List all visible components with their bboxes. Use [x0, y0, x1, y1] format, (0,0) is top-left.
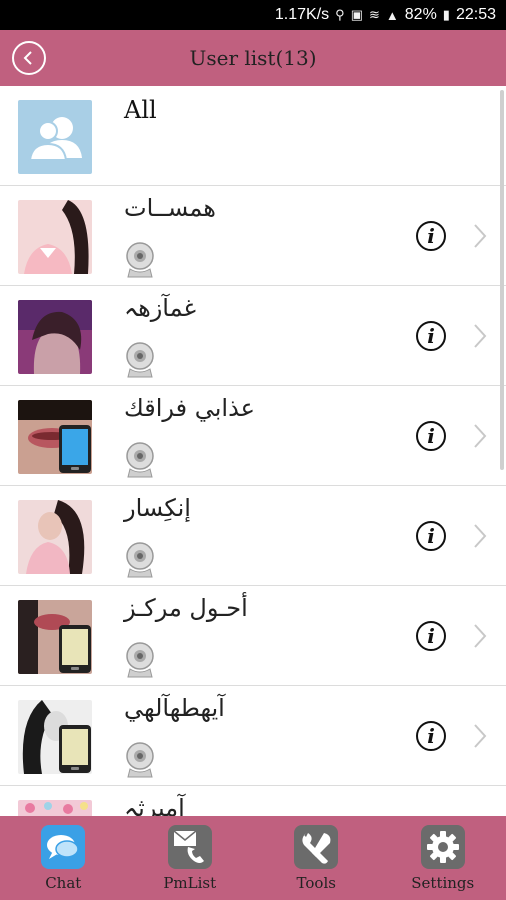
user-name: غمآزهہ — [124, 294, 197, 322]
location-icon: ⚲ — [335, 7, 345, 22]
webcam-icon — [126, 342, 154, 378]
list-item[interactable]: إنكِسار i — [0, 486, 506, 586]
user-avatar — [18, 800, 92, 816]
clock: 22:53 — [455, 6, 496, 23]
chevron-right-icon — [474, 324, 487, 348]
list-item[interactable]: همســات i — [0, 186, 506, 286]
nav-label: Settings — [411, 874, 475, 892]
user-avatar — [18, 600, 92, 674]
webcam-icon — [126, 242, 154, 278]
chevron-right-icon — [474, 624, 487, 648]
chevron-right-icon — [474, 724, 487, 748]
chat-bubble-icon — [41, 825, 86, 869]
user-name: آيهطهآلهي — [124, 694, 225, 722]
user-name: إنكِسار — [124, 494, 191, 522]
mobile-device-icon — [59, 725, 91, 773]
wifi-icon: ≋ — [368, 7, 380, 22]
nfc-icon: ▣ — [350, 7, 363, 22]
user-avatar — [18, 400, 92, 474]
user-avatar — [18, 700, 92, 774]
user-avatar — [18, 200, 92, 274]
webcam-icon — [126, 642, 154, 678]
nav-chat[interactable]: Chat — [8, 816, 118, 892]
info-button[interactable]: i — [416, 221, 446, 251]
user-list[interactable]: All همســات i غمآزهہ i عذابي فراقك i إنك… — [0, 86, 506, 816]
chevron-right-icon — [474, 424, 487, 448]
info-button[interactable]: i — [416, 721, 446, 751]
mobile-device-icon — [59, 625, 91, 673]
user-name: آمبرثہ — [124, 794, 185, 816]
list-item[interactable]: غمآزهہ i — [0, 286, 506, 386]
user-name: عذابي فراقك — [124, 394, 255, 422]
user-avatar — [18, 300, 92, 374]
user-name: همســات — [124, 194, 216, 222]
nav-label: PmList — [163, 874, 217, 892]
back-arrow-icon — [23, 51, 32, 65]
status-bar: 1.17K/s ⚲ ▣ ≋ ▲ 82% ▮ 22:53 — [0, 0, 506, 30]
back-button[interactable] — [12, 41, 46, 75]
signal-icon: ▲ — [385, 7, 399, 23]
info-button[interactable]: i — [416, 421, 446, 451]
wrench-icon — [294, 825, 339, 869]
webcam-icon — [126, 542, 154, 578]
user-name: أحـول مركـز — [124, 594, 248, 622]
nav-label: Chat — [45, 874, 82, 892]
phone-mail-icon — [167, 825, 212, 869]
list-item[interactable]: آيهطهآلهي i — [0, 686, 506, 786]
all-label: All — [124, 96, 157, 124]
battery-percent: 82% — [404, 6, 437, 23]
group-icon — [18, 100, 92, 174]
mobile-device-icon — [59, 425, 91, 473]
page-title: User list — [189, 46, 276, 70]
gear-icon — [420, 825, 465, 869]
battery-icon: ▮ — [442, 7, 450, 22]
network-speed: 1.17K/s — [274, 6, 330, 23]
bottom-nav: Chat PmList Tools Settings — [0, 816, 506, 900]
chevron-right-icon — [474, 224, 487, 248]
nav-tools[interactable]: Tools — [261, 816, 371, 892]
list-item[interactable]: آمبرثہ — [0, 786, 506, 816]
user-count: (13) — [275, 46, 317, 70]
info-button[interactable]: i — [416, 621, 446, 651]
app-header: User list (13) — [0, 30, 506, 86]
chevron-right-icon — [474, 524, 487, 548]
nav-label: Tools — [296, 874, 336, 892]
nav-pmlist[interactable]: PmList — [135, 816, 245, 892]
list-item[interactable]: أحـول مركـز i — [0, 586, 506, 686]
list-item[interactable]: عذابي فراقك i — [0, 386, 506, 486]
info-button[interactable]: i — [416, 321, 446, 351]
webcam-icon — [126, 742, 154, 778]
webcam-icon — [126, 442, 154, 478]
nav-settings[interactable]: Settings — [388, 816, 498, 892]
list-item-all[interactable]: All — [0, 86, 506, 186]
info-button[interactable]: i — [416, 521, 446, 551]
user-avatar — [18, 500, 92, 574]
scrollbar[interactable] — [500, 90, 504, 470]
